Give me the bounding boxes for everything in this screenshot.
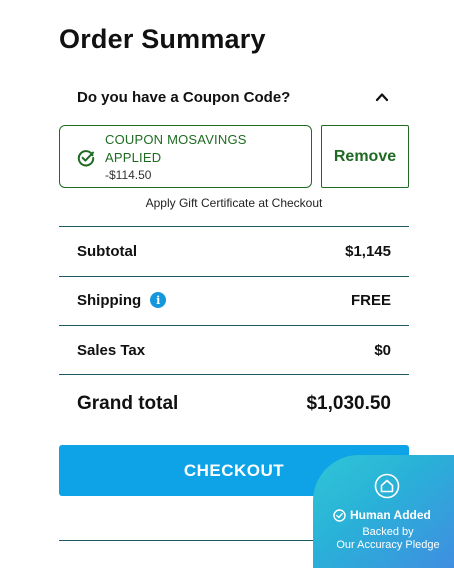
sales-tax-row: Sales Tax $0 <box>59 329 409 371</box>
subtotal-row: Subtotal $1,145 <box>59 230 409 272</box>
info-icon[interactable]: i <box>150 292 167 308</box>
check-circle-icon <box>77 150 95 167</box>
sales-tax-label: Sales Tax <box>77 341 146 359</box>
coupon-code-text: COUPON MOSAVINGS <box>105 132 247 147</box>
gift-certificate-note: Apply Gift Certificate at Checkout <box>145 196 323 210</box>
shipping-label: Shipping <box>77 291 142 309</box>
grand-total-row: Grand total $1,030.50 <box>59 382 409 426</box>
sales-tax-value: $0 <box>374 341 391 359</box>
human-added-text: Human Added <box>350 508 431 522</box>
divider <box>59 374 409 375</box>
divider <box>59 325 409 326</box>
accuracy-pledge-badge[interactable]: Human Added Backed by Our Accuracy Pledg… <box>313 455 454 568</box>
chevron-up-icon[interactable] <box>375 90 389 104</box>
divider <box>59 540 319 541</box>
human-added-label: Human Added <box>333 508 431 522</box>
coupon-code-toggle[interactable]: Do you have a Coupon Code? <box>59 80 409 114</box>
remove-coupon-button[interactable]: Remove <box>321 125 409 188</box>
coupon-applied-box: COUPON MOSAVINGS APPLIED -$114.50 <box>59 125 312 188</box>
coupon-question: Do you have a Coupon Code? <box>77 88 291 106</box>
divider <box>59 226 409 227</box>
shipping-label-group: Shipping i <box>77 291 167 309</box>
divider <box>59 276 409 277</box>
coupon-applied-text: APPLIED <box>105 150 162 165</box>
accuracy-pledge-text: Our Accuracy Pledge <box>336 539 440 551</box>
subtotal-label: Subtotal <box>77 242 137 260</box>
house-icon <box>374 473 400 499</box>
shipping-value: FREE <box>350 291 391 309</box>
coupon-discount: -$114.50 <box>105 168 152 182</box>
backed-by-text: Backed by <box>362 526 414 538</box>
check-circle-icon <box>333 508 346 522</box>
grand-total-label: Grand total <box>77 393 179 414</box>
page-title: Order Summary <box>59 24 266 54</box>
subtotal-value: $1,145 <box>345 242 391 260</box>
shipping-row: Shipping i FREE <box>59 279 409 321</box>
grand-total-value: $1,030.50 <box>306 393 391 414</box>
